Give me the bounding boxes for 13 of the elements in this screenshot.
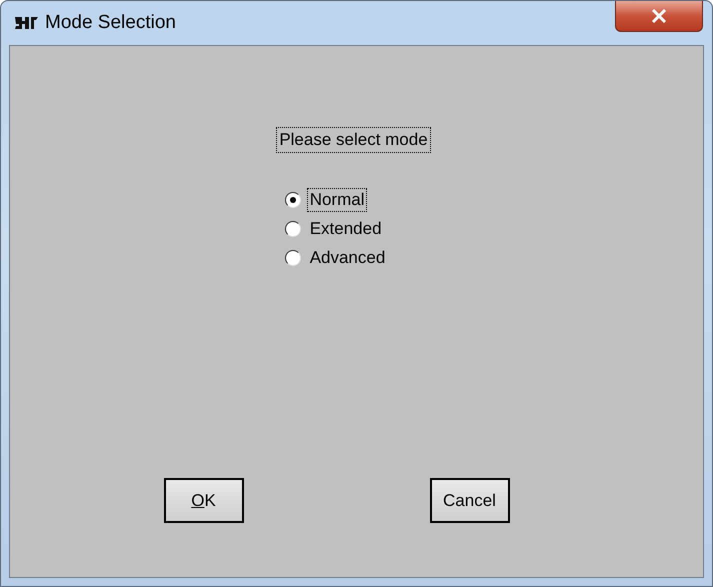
app-logo-icon [13,15,39,31]
ok-button[interactable]: OK [164,478,244,523]
close-button[interactable] [615,1,703,32]
radio-button[interactable] [284,221,301,237]
radio-button[interactable] [284,192,301,208]
radio-label[interactable]: Normal [306,188,368,212]
prompt-label: Please select mode [276,127,431,153]
radio-label[interactable]: Extended [306,217,385,241]
cancel-button[interactable]: Cancel [430,478,510,523]
close-icon [651,9,667,23]
radio-label[interactable]: Advanced [306,246,388,270]
window-title: Mode Selection [45,12,176,34]
radio-button[interactable] [284,250,301,266]
